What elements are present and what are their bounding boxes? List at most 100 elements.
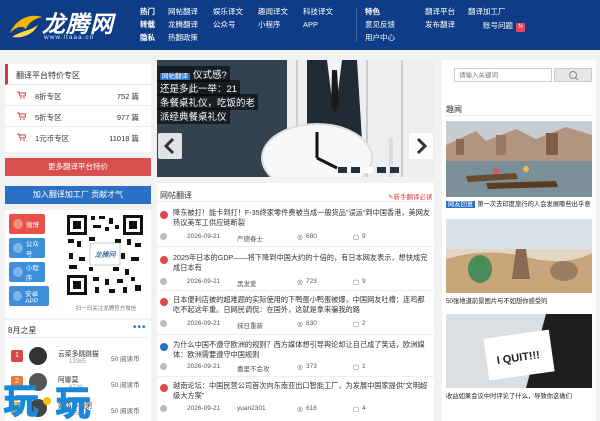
divider <box>8 337 148 338</box>
avatar[interactable] <box>29 347 47 365</box>
site-logo[interactable]: 龙腾网 www.ltaaa.cn <box>8 3 130 47</box>
user-name[interactable]: 云菜多跳跳猫 <box>58 348 99 358</box>
nav-item[interactable]: 用户中心 <box>365 31 395 44</box>
news-title[interactable]: 2025年日本的GDP——将下降到中国大约的十倍的，有日本网友表示，想快成完成日… <box>173 253 431 272</box>
news-author[interactable]: 严德春士 <box>237 233 263 243</box>
follow-panel: 微博 公众号 小程序 安卓APP 龙腾网 扫一扫关注龙腾官方微信 <box>5 210 151 318</box>
more-special-price-button[interactable]: 更多翻译平台特价 <box>5 158 151 176</box>
nav-item[interactable]: 公众号 <box>213 18 243 31</box>
news-comments: 1 <box>362 363 366 370</box>
zone-row[interactable]: 5折专区 977 篇 <box>5 106 151 127</box>
news-author[interactable]: 嘉里不会攻 <box>237 363 270 373</box>
news-date: 2026-09-21 <box>187 405 221 412</box>
news-author[interactable]: yuan2301 <box>237 405 266 412</box>
svg-text:龙腾网: 龙腾网 <box>95 251 117 259</box>
headline-slider[interactable]: 网帖翻译 仪式感? 还是多此一举：21 条餐桌礼仪，吃饭的老 派经典餐桌礼仪 <box>157 60 434 177</box>
slider-next-button[interactable] <box>409 133 433 159</box>
search-input[interactable] <box>454 68 552 82</box>
android-app-button[interactable]: 安卓APP <box>9 286 49 306</box>
wechat-account-button[interactable]: 公众号 <box>9 238 45 258</box>
news-item[interactable]: 日本便利店被的超难题的实际使用的下鸭蛋小鸭蛋被爆，中国网友吐槽：连鸡都吃不起这年… <box>157 295 434 330</box>
svg-text:玩: 玩 <box>4 382 38 419</box>
news-title[interactable]: 降东被打！能卡到打！F-35终家零件费被当成一般货品"误运"到中国香港，美网友热… <box>173 208 431 227</box>
divider <box>157 376 434 377</box>
account-issue-label: 账号问题 <box>483 21 513 30</box>
divider <box>157 246 434 247</box>
zone-label: 8折专区 <box>35 92 62 101</box>
nav-item[interactable]: 转载 <box>140 18 155 31</box>
nav-item[interactable]: 发布翻译 <box>425 18 455 31</box>
zone-label: 5折专区 <box>35 113 62 122</box>
wechat-account-label: 公众号 <box>25 241 39 258</box>
news-item[interactable]: 2025年日本的GDP——将下降到中国大约的十倍的，有日本网友表示，想快成完成日… <box>157 253 434 288</box>
more-dots-icon[interactable]: ••• <box>133 322 147 333</box>
account-issue-link[interactable]: 账号问题 N <box>483 20 525 32</box>
join-factory-button[interactable]: 加入翻译加工厂 贡献才气 <box>5 186 151 204</box>
svg-text:玩: 玩 <box>56 384 90 419</box>
zone-row[interactable]: 8折专区 752 篇 <box>5 85 151 106</box>
search-icon <box>569 71 579 81</box>
user-score: 13365 <box>69 359 86 365</box>
qr-caption: 扫一扫关注龙腾官方微信 <box>75 306 137 312</box>
chevron-left-icon <box>163 137 175 155</box>
news-author[interactable]: 抹日重新 <box>237 320 263 330</box>
mini-program-icon <box>13 267 23 277</box>
nav-item[interactable]: 科技译文 <box>303 5 333 18</box>
news-title[interactable]: 为什么中国不遵守欧洲的规则？西方媒体想引导舆论却让自己成了笑话，欧洲媒体：欧洲需… <box>173 340 431 359</box>
nav-item[interactable]: 网帖翻译 <box>168 5 198 18</box>
search-button[interactable] <box>554 68 592 82</box>
fun-news-caption[interactable]: 收益如果会议中时评论了什么，导致你这做们 <box>446 391 592 400</box>
nav-col-6: 特色 意见反馈 用户中心 <box>365 5 395 44</box>
nav-col-1: 热门 转载 隐私 <box>140 5 155 44</box>
news-author[interactable]: 黑发爱 <box>237 278 257 288</box>
newbie-guide-link[interactable]: ✎新手翻译必读 <box>388 191 432 201</box>
comment-icon: ▢ <box>353 279 360 286</box>
fun-news-caption[interactable]: 50张地道前景图片与不如想你感受的 <box>446 296 592 305</box>
nav-item[interactable]: 特色 <box>365 5 395 18</box>
news-section-title: 网帖翻译 <box>160 191 192 200</box>
nav-item[interactable]: 小程序 <box>258 18 288 31</box>
slider-dot[interactable] <box>351 167 360 173</box>
nav-item[interactable]: 翻译加工厂 <box>468 5 506 18</box>
mini-program-button[interactable]: 小程序 <box>9 262 45 282</box>
news-title[interactable]: 日本便利店被的超难题的实际使用的下鸭蛋小鸭蛋被爆，中国网友吐槽：连鸡都吃不起这年… <box>173 295 431 314</box>
slider-dot[interactable] <box>377 167 386 173</box>
slider-dot[interactable] <box>338 167 347 173</box>
zone-row[interactable]: 1元币专区 11018 篇 <box>5 127 151 148</box>
news-title[interactable]: 越南论坛：中国民营公司首次向东南亚出口智能工厂，为发展中国家提供"文明超级大方案… <box>173 381 431 400</box>
news-item[interactable]: 为什么中国不遵守欧洲的规则？西方媒体想引导舆论却让自己成了笑话，欧洲媒体：欧洲需… <box>157 340 434 374</box>
slider-dot-active[interactable] <box>364 167 373 173</box>
fun-news-image[interactable]: I QUIT!!! <box>446 314 592 388</box>
news-date: 2026-09-21 <box>187 320 221 327</box>
fun-news-caption[interactable]: 网友回复 第一次去印度旅行的人会发展哪些出乎意 <box>446 199 592 208</box>
fun-news-image[interactable] <box>446 219 592 293</box>
nav-item[interactable]: 隐私 <box>140 31 155 44</box>
nav-item[interactable]: 意见反馈 <box>365 18 395 31</box>
fun-news-image[interactable] <box>446 121 592 197</box>
nav-item[interactable]: 翻译平台 <box>425 5 455 18</box>
nav-item[interactable]: 龙腾翻译 <box>168 18 198 31</box>
nav-item[interactable]: 趣闻译文 <box>258 5 288 18</box>
nav-item[interactable]: APP <box>303 18 333 31</box>
slider-dot[interactable] <box>390 167 399 173</box>
news-avatar-icon <box>160 384 168 392</box>
view-icon: ◎ <box>297 406 303 413</box>
nav-item[interactable]: 热翻政策 <box>168 31 198 44</box>
reward-value: 50 阅读币 <box>111 408 140 415</box>
nav-item[interactable]: 娱乐译文 <box>213 5 243 18</box>
reward-value: 50 阅读币 <box>111 356 140 363</box>
news-date: 2026-09-21 <box>187 363 221 370</box>
news-item[interactable]: 越南论坛：中国民营公司首次向东南亚出口智能工厂，为发展中国家提供"文明超级大方案… <box>157 381 434 415</box>
cart-icon <box>17 91 26 99</box>
author-avatar <box>160 320 167 327</box>
divider <box>157 201 434 202</box>
weibo-button[interactable]: 微博 <box>9 214 45 234</box>
comment-icon: ▢ <box>353 321 360 328</box>
nav-item[interactable]: 热门 <box>140 5 155 18</box>
new-badge: N <box>516 23 525 32</box>
view-icon: ◎ <box>297 234 303 241</box>
news-avatar-icon <box>160 343 168 351</box>
newbie-guide-label: 新手翻译必读 <box>393 194 433 201</box>
news-item[interactable]: 降东被打！能卡到打！F-35终家零件费被当成一般货品"误运"到中国香港，美网友热… <box>157 208 434 243</box>
slider-prev-button[interactable] <box>158 133 182 159</box>
